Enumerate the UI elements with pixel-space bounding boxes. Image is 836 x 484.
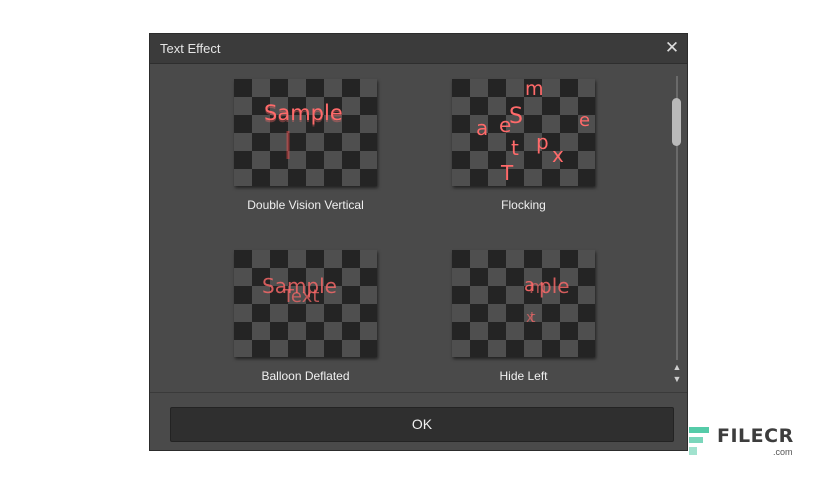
effect-label: Balloon Deflated [261, 369, 350, 383]
dialog-titlebar: Text Effect ✕ [150, 34, 687, 64]
effect-label: Double Vision Vertical [247, 198, 364, 212]
close-icon[interactable]: ✕ [661, 37, 683, 59]
filecr-logo-icon [689, 427, 709, 455]
arrow-up-icon[interactable]: ▲ [671, 362, 683, 372]
glow-letter: a [476, 116, 488, 140]
watermark-brand: FILECR [717, 425, 794, 447]
glow-letter: m [529, 277, 547, 298]
preview-graphic: Sample Sample [264, 101, 343, 159]
glow-text: Sample [264, 101, 343, 125]
filecr-watermark: FILECR .com [687, 425, 797, 461]
preview-graphic: Sample Text [262, 274, 337, 307]
glow-text: Text [282, 286, 319, 307]
glow-letter: p [536, 130, 549, 154]
dialog-title: Text Effect [160, 41, 221, 56]
preview-graphic: ple a m x t [524, 274, 570, 326]
scroll-thumb[interactable] [672, 98, 681, 146]
glow-letter: e [579, 110, 590, 131]
arrow-down-icon[interactable]: ▼ [671, 374, 683, 384]
glow-letter: t [530, 310, 536, 326]
effects-grid: Sample Sample Double Vision Vertical m a… [150, 64, 687, 394]
effect-label: Flocking [501, 198, 546, 212]
effect-preview: m a e S e p t x T [452, 79, 595, 186]
effect-flocking[interactable]: m a e S e p t x T Flocking [417, 64, 617, 214]
glow-letter: T [500, 161, 514, 185]
text-effect-dialog: Text Effect ✕ Sample Sample Double Visio… [149, 33, 688, 451]
glow-letter: m [525, 79, 544, 100]
glow-letter: S [509, 104, 523, 129]
watermark-domain: .com [773, 447, 793, 457]
effect-preview: ple a m x t [452, 250, 595, 357]
glow-letter: x [552, 143, 564, 167]
effect-hide-left[interactable]: ple a m x t Hide Left [417, 235, 617, 385]
dialog-footer: OK [150, 392, 687, 450]
preview-graphic: m a e S e p t x T [476, 79, 590, 185]
effect-preview: Sample Sample [234, 79, 377, 186]
vertical-scrollbar[interactable]: ▲ ▼ [671, 74, 683, 386]
ok-button[interactable]: OK [170, 407, 674, 442]
glow-letter: t [511, 136, 519, 160]
effect-preview: Sample Text [234, 250, 377, 357]
effect-balloon-deflated[interactable]: Sample Text Balloon Deflated [199, 235, 399, 385]
effect-label: Hide Left [499, 369, 548, 383]
effect-double-vision-vertical[interactable]: Sample Sample Double Vision Vertical [199, 64, 399, 214]
